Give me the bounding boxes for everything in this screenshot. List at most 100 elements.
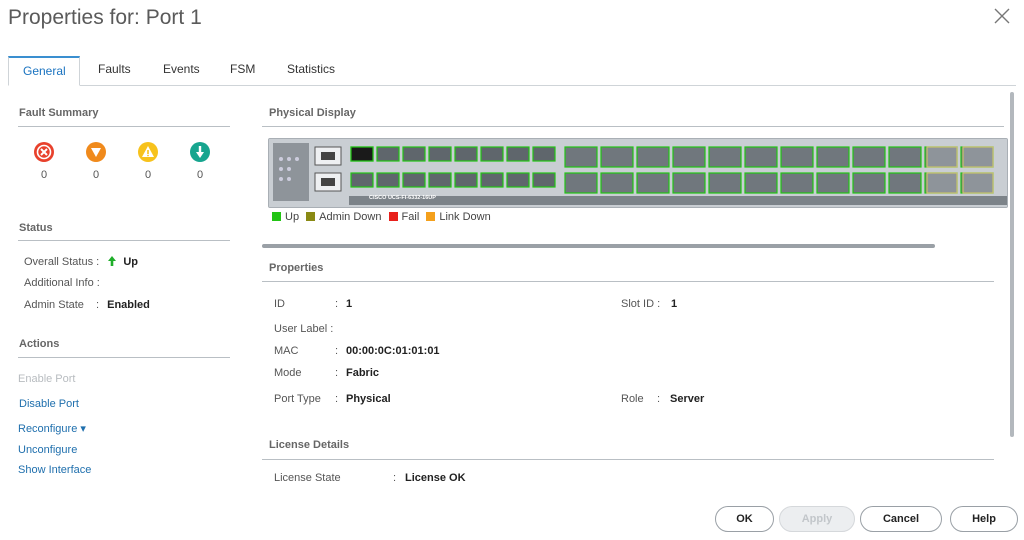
vertical-scrollbar[interactable]: [1010, 92, 1014, 437]
admin-state-value: Enabled: [107, 299, 150, 311]
tab-general[interactable]: General: [8, 56, 80, 86]
port-cage[interactable]: [708, 172, 742, 194]
divider: [18, 240, 230, 241]
ok-button[interactable]: OK: [715, 506, 774, 532]
legend-fail-label: Fail: [401, 211, 420, 223]
port-cage[interactable]: [506, 172, 530, 188]
port-cage[interactable]: [480, 172, 504, 188]
port-cage[interactable]: [532, 146, 556, 162]
legend-admin-down-swatch: [306, 212, 316, 221]
legend-link-down-swatch: [426, 212, 436, 221]
port-cage[interactable]: [564, 146, 598, 168]
port-cage[interactable]: [816, 172, 850, 194]
port-cage[interactable]: [962, 172, 994, 194]
switch-faceplate: CISCO UCS-FI-6332-16UP: [268, 138, 1008, 208]
port-type-label: Port Type: [274, 393, 321, 405]
port-cage[interactable]: [506, 146, 530, 162]
license-state-value: License OK: [405, 472, 466, 484]
port-cage[interactable]: [744, 146, 778, 168]
port-cage[interactable]: [780, 146, 814, 168]
port-cage[interactable]: [428, 146, 452, 162]
critical-count: 0: [40, 169, 48, 181]
port-cage[interactable]: [402, 146, 426, 162]
major-down-arrow-icon: [86, 142, 106, 162]
port-cage[interactable]: [852, 172, 886, 194]
port-cage[interactable]: [816, 146, 850, 168]
port-type-value: Physical: [346, 393, 391, 405]
tab-faults[interactable]: Faults: [84, 56, 145, 86]
port-cage[interactable]: [888, 146, 922, 168]
port-cage[interactable]: [672, 146, 706, 168]
port-cage[interactable]: [600, 172, 634, 194]
divider: [262, 459, 994, 460]
port-cage[interactable]: [852, 146, 886, 168]
reconfigure-link[interactable]: Reconfigure ▾: [18, 422, 86, 435]
device-label: CISCO UCS-FI-6332-16UP: [369, 195, 436, 201]
role-label: Role: [621, 393, 644, 405]
show-interface-link[interactable]: Show Interface: [18, 464, 91, 476]
port-cage[interactable]: [636, 172, 670, 194]
fault-summary-heading: Fault Summary: [19, 107, 99, 119]
tab-events[interactable]: Events: [149, 56, 214, 86]
help-button[interactable]: Help: [950, 506, 1018, 532]
port-cage[interactable]: [962, 146, 994, 168]
legend-admin-down-label: Admin Down: [319, 211, 382, 223]
legend-up-label: Up: [285, 211, 300, 223]
minor-warning-icon: [138, 142, 158, 162]
mac-value: 00:00:0C:01:01:01: [346, 345, 440, 357]
overall-status-row: Overall Status : Up: [24, 255, 138, 268]
port-cage[interactable]: [744, 172, 778, 194]
unconfigure-link[interactable]: Unconfigure: [18, 444, 77, 456]
apply-button: Apply: [779, 506, 855, 532]
port-cage[interactable]: [532, 172, 556, 188]
port-cage[interactable]: [926, 172, 958, 194]
admin-state-sep: :: [95, 299, 100, 311]
port-status-legend: Up Admin Down Fail Link Down: [272, 211, 495, 223]
port-cage[interactable]: [636, 146, 670, 168]
up-arrow-icon: [108, 256, 117, 266]
mode-label: Mode: [274, 367, 302, 379]
slot-id-label: Slot ID :: [621, 298, 661, 310]
role-value: Server: [670, 393, 705, 405]
cancel-button[interactable]: Cancel: [860, 506, 942, 532]
user-label-label: User Label :: [274, 323, 334, 335]
admin-state-label: Admin State: [24, 299, 84, 311]
port-cage[interactable]: [600, 146, 634, 168]
critical-x-icon: [34, 142, 54, 162]
mode-value: Fabric: [346, 367, 380, 379]
legend-fail-swatch: [388, 212, 398, 221]
port-cage[interactable]: [454, 146, 478, 162]
port-cage[interactable]: [350, 172, 374, 188]
port-cage[interactable]: [672, 172, 706, 194]
port-cage[interactable]: [376, 146, 400, 162]
tab-statistics[interactable]: Statistics: [273, 56, 349, 86]
port-1-selected[interactable]: [350, 146, 374, 162]
mac-label: MAC: [274, 345, 299, 357]
mac-sep: :: [335, 345, 339, 357]
additional-info-label: Additional Info :: [24, 277, 100, 289]
dialog-title: Properties for: Port 1: [8, 6, 202, 29]
port-cage[interactable]: [454, 172, 478, 188]
port-cage[interactable]: [708, 146, 742, 168]
minor-count: 0: [144, 169, 152, 181]
admin-state-row: Admin State : Enabled: [24, 299, 150, 311]
port-cage[interactable]: [926, 146, 958, 168]
tab-bar: General Faults Events FSM Statistics: [8, 56, 1016, 86]
id-value: 1: [346, 298, 353, 310]
major-count: 0: [92, 169, 100, 181]
port-cage[interactable]: [480, 146, 504, 162]
port-cage[interactable]: [376, 172, 400, 188]
port-cage[interactable]: [564, 172, 598, 194]
license-details-heading: License Details: [269, 439, 350, 451]
mode-sep: :: [335, 367, 339, 379]
port-cage[interactable]: [888, 172, 922, 194]
port-cage[interactable]: [402, 172, 426, 188]
disable-port-link[interactable]: Disable Port: [19, 398, 79, 410]
tab-fsm[interactable]: FSM: [216, 56, 269, 86]
legend-up-swatch: [272, 212, 281, 221]
port-cage[interactable]: [428, 172, 452, 188]
port-cage[interactable]: [780, 172, 814, 194]
enable-port-link: Enable Port: [18, 373, 76, 385]
close-icon[interactable]: [992, 6, 1012, 26]
horizontal-scrollbar[interactable]: [262, 244, 935, 248]
